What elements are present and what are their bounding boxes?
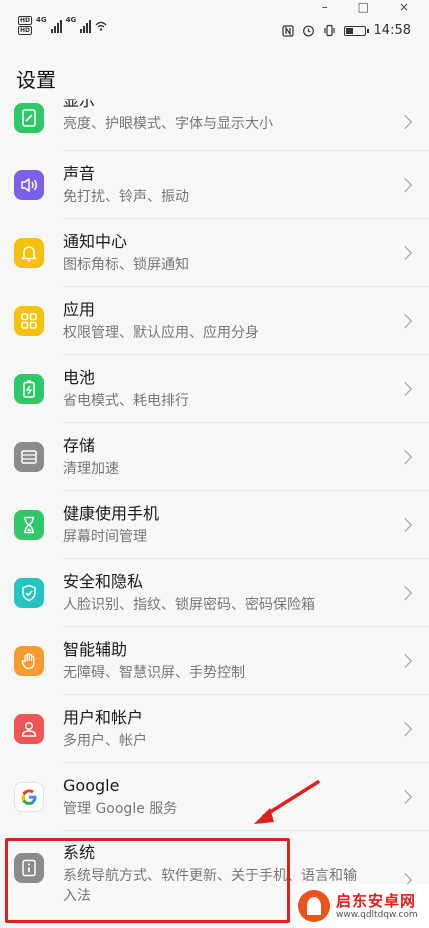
chevron-right-icon xyxy=(397,653,413,669)
hd-badge: HD xyxy=(18,26,33,35)
hourglass-icon xyxy=(14,510,44,540)
chevron-right-icon xyxy=(397,585,413,601)
clock: 14:58 xyxy=(373,23,411,38)
item-title: 通知中心 xyxy=(63,231,128,251)
user-icon xyxy=(14,714,44,744)
item-title: 应用 xyxy=(63,299,96,319)
item-subtitle: 清理加速 xyxy=(63,460,119,477)
item-subtitle: 省电模式、耗电排行 xyxy=(63,392,189,409)
item-title: 声音 xyxy=(63,163,96,183)
signal-icon xyxy=(50,19,62,33)
vibrate-icon xyxy=(323,24,335,37)
google-icon xyxy=(14,782,44,812)
item-title: Google xyxy=(63,775,120,795)
chevron-right-icon xyxy=(397,449,413,465)
item-title: 智能辅助 xyxy=(63,639,128,659)
watermark-logo-icon xyxy=(298,890,330,922)
display-icon xyxy=(14,103,44,133)
item-title: 健康使用手机 xyxy=(63,503,160,523)
status-left: HD HD 4G 4G xyxy=(18,16,107,35)
chevron-right-icon xyxy=(397,177,413,193)
item-title: 用户和帐户 xyxy=(63,707,144,727)
chevron-right-icon xyxy=(397,517,413,533)
settings-item-display[interactable]: 显示亮度、护眼模式、字体与显示大小 xyxy=(0,99,429,151)
watermark-url: www.qdltdqw.com xyxy=(336,909,418,920)
item-subtitle: 图标角标、锁屏通知 xyxy=(63,256,189,273)
close-icon[interactable]: × xyxy=(399,0,409,14)
battery-fill xyxy=(345,27,353,34)
maximize-icon[interactable]: □ xyxy=(358,0,369,14)
window-controls: – □ × xyxy=(322,0,409,14)
chevron-right-icon xyxy=(397,381,413,397)
item-title: 安全和隐私 xyxy=(63,571,144,591)
battery-icon xyxy=(14,374,44,404)
minimize-icon[interactable]: – xyxy=(322,0,328,14)
item-title: 存储 xyxy=(63,435,96,455)
settings-item-security[interactable]: 安全和隐私人脸识别、指纹、锁屏密码、密码保险箱 xyxy=(0,559,429,627)
hd-badges: HD HD xyxy=(18,16,33,35)
shield-icon xyxy=(14,578,44,608)
watermark-text: 启东安卓网 www.qdltdqw.com xyxy=(336,892,418,921)
watermark: 启东安卓网 www.qdltdqw.com xyxy=(294,884,429,928)
highlight-box xyxy=(5,838,290,923)
settings-item-notifications[interactable]: 通知中心图标角标、锁屏通知 xyxy=(0,219,429,287)
chevron-right-icon xyxy=(397,789,413,805)
chevron-right-icon xyxy=(397,245,413,261)
item-subtitle: 无障碍、智慧识屏、手势控制 xyxy=(63,664,245,681)
settings-item-users[interactable]: 用户和帐户多用户、帐户 xyxy=(0,695,429,763)
item-title: 电池 xyxy=(63,367,96,387)
settings-item-accessibility[interactable]: 智能辅助无障碍、智慧识屏、手势控制 xyxy=(0,627,429,695)
settings-item-apps[interactable]: 应用权限管理、默认应用、应用分身 xyxy=(0,287,429,355)
signal-icon xyxy=(80,19,92,33)
network-type: 4G xyxy=(36,16,47,24)
settings-item-storage[interactable]: 存储 清理加速 xyxy=(0,423,429,491)
battery-icon xyxy=(343,25,369,36)
apps-icon xyxy=(14,306,44,336)
item-subtitle: 多用户、帐户 xyxy=(63,732,147,749)
item-subtitle: 免打扰、铃声、振动 xyxy=(63,188,189,205)
storage-icon xyxy=(14,442,44,472)
wifi-icon xyxy=(95,21,107,31)
page-title: 设置 xyxy=(16,68,56,92)
settings-item-google[interactable]: Google 管理 Google 服务 xyxy=(0,763,429,831)
network-type: 4G xyxy=(65,16,77,24)
status-bar: HD HD 4G 4G – □ × 14:58 xyxy=(0,0,429,56)
settings-item-sound[interactable]: 声音免打扰、铃声、振动 xyxy=(0,151,429,219)
watermark-name: 启东安卓网 xyxy=(336,891,417,910)
alarm-icon xyxy=(302,25,314,37)
chevron-right-icon xyxy=(397,114,413,130)
sound-icon xyxy=(14,170,44,200)
item-title: 显示 xyxy=(63,99,96,110)
status-right: 14:58 xyxy=(281,23,411,38)
item-subtitle: 亮度、护眼模式、字体与显示大小 xyxy=(63,116,273,132)
bell-icon xyxy=(14,238,44,268)
settings-item-digital-balance[interactable]: 健康使用手机 屏幕时间管理 xyxy=(0,491,429,559)
settings-list: 显示亮度、护眼模式、字体与显示大小 声音免打扰、铃声、振动 通知中心图标角标、锁… xyxy=(0,99,429,925)
item-subtitle: 管理 Google 服务 xyxy=(63,800,178,817)
nfc-icon xyxy=(281,24,294,37)
settings-item-battery[interactable]: 电池省电模式、耗电排行 xyxy=(0,355,429,423)
hand-icon xyxy=(14,646,44,676)
item-subtitle: 权限管理、默认应用、应用分身 xyxy=(63,324,259,341)
hd-badge: HD xyxy=(18,16,33,25)
chevron-right-icon xyxy=(397,313,413,329)
arrow-annotation-icon xyxy=(254,780,320,824)
item-subtitle: 屏幕时间管理 xyxy=(63,528,147,545)
chevron-right-icon xyxy=(397,721,413,737)
item-subtitle: 人脸识别、指纹、锁屏密码、密码保险箱 xyxy=(63,596,315,613)
